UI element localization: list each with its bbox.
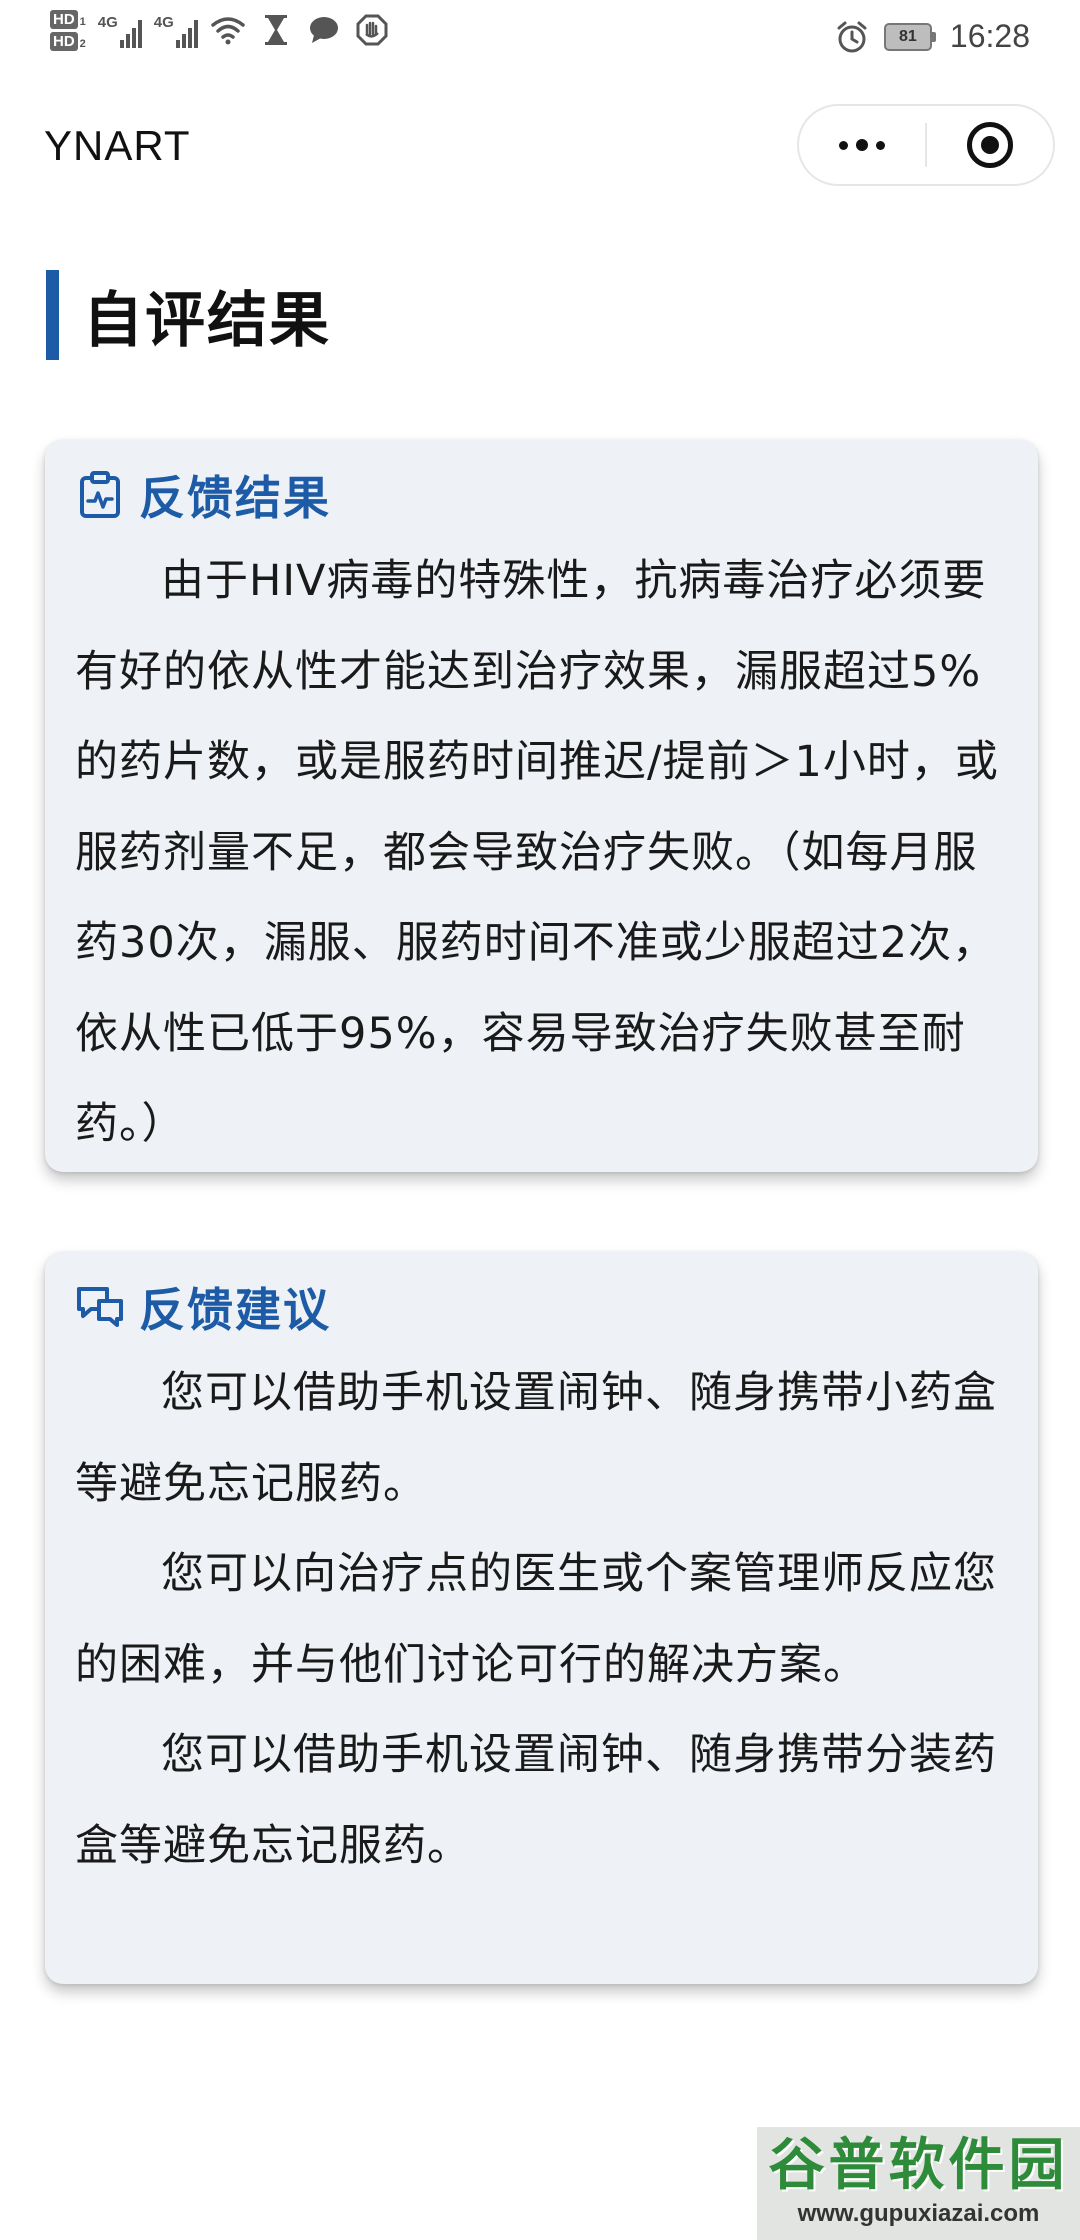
feedback-advice-card: 反馈建议 您可以借助手机设置闹钟、随身携带小药盒等避免忘记服药。 您可以向治疗点… bbox=[45, 1252, 1038, 1984]
status-bar: HD 1 HD 2 4G 4G 81 16:28 bbox=[0, 0, 1080, 80]
more-dots-icon bbox=[839, 139, 885, 151]
status-bar-left: HD 1 HD 2 4G 4G bbox=[50, 10, 390, 51]
battery-indicator: 81 bbox=[883, 22, 936, 51]
feedback-result-header: 反馈结果 bbox=[75, 460, 1006, 530]
app-title: YNART bbox=[44, 122, 191, 169]
feedback-advice-title: 反馈建议 bbox=[139, 1283, 331, 1337]
chat-bubble-icon bbox=[306, 12, 342, 48]
shield-hand-icon bbox=[354, 12, 390, 48]
feedback-result-body: 由于HIV病毒的特殊性，抗病毒治疗必须要有好的依从性才能达到治疗效果，漏服超过5… bbox=[75, 556, 999, 1149]
clipboard-pulse-icon bbox=[75, 470, 125, 520]
advice-paragraph: 您可以向治疗点的医生或个案管理师反应您的困难，并与他们讨论可行的解决方案。 bbox=[75, 1549, 997, 1690]
hd-indicator-1: HD 1 bbox=[50, 10, 86, 29]
watermark-url: www.gupuxiazai.com bbox=[797, 2200, 1040, 2227]
feedback-result-title: 反馈结果 bbox=[139, 471, 331, 525]
advice-paragraph: 您可以借助手机设置闹钟、随身携带分装药盒等避免忘记服药。 bbox=[75, 1730, 997, 1871]
status-bar-right: 81 16:28 bbox=[834, 18, 1030, 55]
heading-accent-bar bbox=[46, 270, 59, 360]
chat-bubbles-icon bbox=[75, 1282, 125, 1332]
site-watermark: 谷普软件园 www.gupuxiazai.com bbox=[757, 2127, 1080, 2240]
title-bar: YNART bbox=[0, 96, 1080, 196]
close-target-icon bbox=[967, 122, 1013, 168]
watermark-logo-text: 谷普软件园 bbox=[768, 2133, 1069, 2198]
signal-1-icon: 4G bbox=[98, 12, 142, 48]
alarm-icon bbox=[834, 19, 870, 55]
hd-indicators: HD 1 HD 2 bbox=[50, 10, 86, 51]
hourglass-icon bbox=[258, 12, 294, 48]
signal-2-icon: 4G bbox=[154, 12, 198, 48]
close-button[interactable] bbox=[927, 106, 1053, 184]
page-title: 自评结果 bbox=[83, 285, 331, 356]
hd-indicator-2: HD 2 bbox=[50, 32, 86, 51]
page-heading: 自评结果 bbox=[46, 270, 331, 360]
more-button[interactable] bbox=[799, 106, 925, 184]
menu-capsule bbox=[797, 104, 1055, 186]
status-time: 16:28 bbox=[949, 18, 1030, 54]
feedback-result-card: 反馈结果 由于HIV病毒的特殊性，抗病毒治疗必须要有好的依从性才能达到治疗效果，… bbox=[45, 440, 1038, 1172]
feedback-advice-header: 反馈建议 bbox=[75, 1272, 1006, 1342]
advice-paragraph: 您可以借助手机设置闹钟、随身携带小药盒等避免忘记服药。 bbox=[75, 1368, 997, 1509]
wifi-icon bbox=[210, 12, 246, 48]
